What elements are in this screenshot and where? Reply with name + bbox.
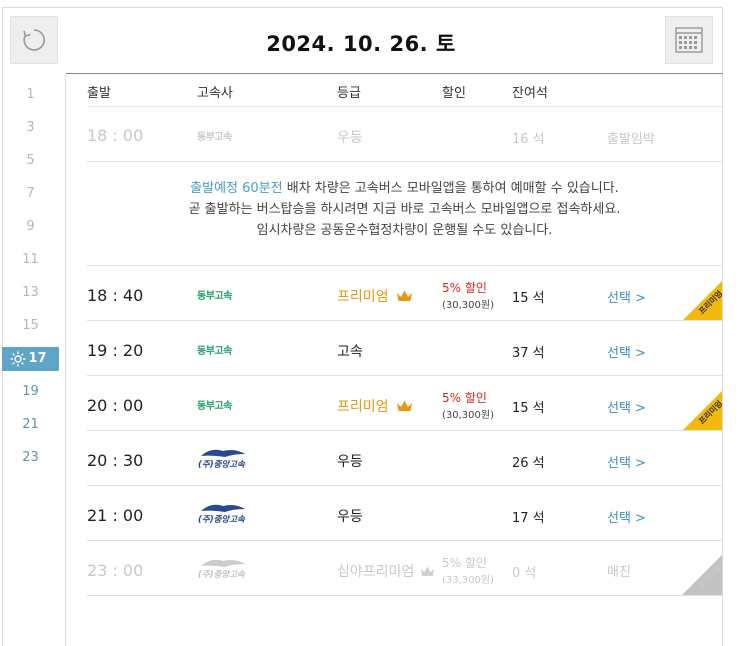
grade: 고속 [337, 344, 363, 360]
page-title: 2024. 10. 26. 토 [266, 32, 456, 56]
hour-11: 11 [22, 252, 39, 267]
company-logo-text: (주)중앙고속 [198, 514, 246, 525]
refresh-button[interactable] [10, 16, 58, 64]
company-logo-graphic: (주)중앙고속 [198, 449, 246, 470]
select-button[interactable]: 선택 > [607, 287, 646, 306]
discount-price: (30,300원) [442, 410, 494, 421]
company-logo: 동부고속 [197, 291, 232, 302]
company-logo: 동부고속 [197, 132, 232, 143]
header-divider [87, 106, 722, 107]
hour-7: 7 [26, 186, 35, 201]
discount-price: (30,300원) [442, 300, 494, 311]
departure-time: 23 : 00 [87, 561, 144, 580]
grade-label: 심야프리미엄 [337, 564, 415, 580]
company-logo: 동부고속 [197, 346, 232, 357]
status-text: 출발임박 [607, 132, 655, 147]
departure-time: 20 : 30 [87, 451, 144, 470]
row-divider [87, 540, 722, 541]
col-company: 고속사 [197, 86, 233, 101]
row-divider [87, 485, 722, 486]
hour-3: 3 [26, 120, 35, 135]
grade: 프리미엄 [337, 286, 413, 306]
refresh-icon [23, 29, 45, 51]
hour-5: 5 [26, 153, 35, 168]
remaining-seats: 26 석 [512, 456, 545, 471]
company-logo-text: (주)중앙고속 [198, 459, 246, 470]
departure-time: 20 : 00 [87, 396, 144, 415]
hour-sidebar: 1 3 5 7 9 11 13 15 17 19 21 23 [2, 74, 66, 646]
row-divider [87, 375, 722, 376]
hour-17-label: 17 [28, 351, 47, 366]
hour-1: 1 [26, 87, 35, 102]
grade: 우등 [337, 509, 363, 525]
row-divider [87, 595, 722, 596]
discount-rate: 5% 할인 [442, 281, 487, 295]
row-divider [87, 430, 722, 431]
hour-13: 13 [22, 285, 39, 300]
remaining-seats: 15 석 [512, 401, 545, 416]
grade-label: 프리미엄 [337, 289, 389, 305]
hour-19[interactable]: 19 [2, 380, 59, 404]
row-divider [87, 161, 722, 162]
select-button[interactable]: 선택 > [607, 507, 646, 526]
row-divider [87, 265, 722, 266]
grade: 심야프리미엄 [337, 561, 435, 581]
notice-box: 출발예정 60분전 배차 차량은 고속버스 모바일앱을 통하여 예매할 수 있습… [87, 178, 722, 241]
select-button[interactable]: 선택 > [607, 397, 646, 416]
discount-rate: 5% 할인 [442, 391, 487, 405]
sold-out-status: 매진 [607, 565, 631, 580]
remaining-seats: 0 석 [512, 566, 537, 581]
notice-highlight: 출발예정 60분전 [190, 181, 283, 196]
calendar-icon [675, 27, 703, 53]
row-divider [87, 320, 722, 321]
company-logo-graphic: (주)중앙고속 [198, 504, 246, 525]
col-grade: 등급 [337, 86, 361, 101]
company-logo: 동부고속 [197, 401, 232, 412]
departure-time: 18 : 00 [87, 126, 144, 145]
discount-rate: 5% 할인 [442, 556, 487, 570]
grade-label: 프리미엄 [337, 399, 389, 415]
grade: 우등 [337, 454, 363, 470]
company-logo-text: (주)중앙고속 [198, 569, 246, 580]
notice-text: 배차 차량은 고속버스 모바일앱을 통하여 예매할 수 있습니다. [282, 181, 619, 196]
departure-time: 19 : 20 [87, 341, 144, 360]
notice-line-3: 임시차량은 공동운수협정차량이 운행될 수도 있습니다. [256, 223, 553, 238]
hour-15: 15 [22, 318, 39, 333]
hour-21[interactable]: 21 [2, 413, 59, 437]
calendar-button[interactable] [665, 16, 713, 64]
company-logo-graphic: (주)중앙고속 [198, 559, 246, 580]
col-seats: 잔여석 [512, 86, 548, 101]
select-button[interactable]: 선택 > [607, 452, 646, 471]
company-logo: (주)중앙고속 [197, 446, 249, 474]
col-discount: 할인 [442, 86, 466, 101]
page-frame [2, 7, 723, 646]
company-logo: (주)중앙고속 [197, 501, 249, 529]
grade: 우등 [337, 130, 363, 146]
remaining-seats: 16 석 [512, 132, 545, 147]
sun-icon [10, 351, 26, 367]
remaining-seats: 37 석 [512, 346, 545, 361]
departure-time: 18 : 40 [87, 286, 144, 305]
premium-ribbon: 프리미엄 [682, 281, 722, 321]
departure-time: 21 : 00 [87, 506, 144, 525]
notice-line-1: 출발예정 60분전 배차 차량은 고속버스 모바일앱을 통하여 예매할 수 있습… [87, 178, 722, 199]
hour-23[interactable]: 23 [2, 446, 59, 470]
notice-line-2: 곧 출발하는 버스탑승을 하시려면 지금 바로 고속버스 모바일앱으로 접속하세… [188, 202, 621, 217]
grade: 프리미엄 [337, 396, 413, 416]
select-button[interactable]: 선택 > [607, 342, 646, 361]
remaining-seats: 17 석 [512, 511, 545, 526]
hour-9: 9 [26, 219, 35, 234]
crown-icon [396, 400, 412, 411]
premium-ribbon: 프리미엄 [682, 391, 722, 431]
hour-17-selected[interactable]: 17 [2, 347, 59, 371]
company-logo: (주)중앙고속 [197, 556, 249, 584]
premium-ribbon: 프리미엄 [682, 555, 722, 595]
crown-icon [396, 290, 412, 301]
remaining-seats: 15 석 [512, 291, 545, 306]
col-depart: 출발 [87, 86, 111, 101]
crown-icon [420, 566, 434, 576]
discount-price: (33,300원) [442, 575, 494, 586]
